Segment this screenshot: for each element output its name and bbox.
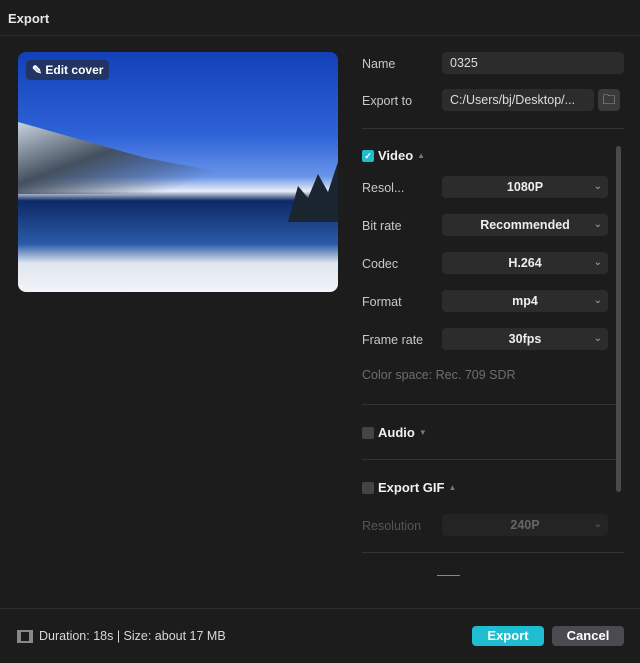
export-path-input[interactable]: C:/Users/bj/Desktop/...	[442, 89, 594, 111]
divider	[362, 128, 624, 129]
color-space-text: Color space: Rec. 709 SDR	[362, 368, 516, 382]
title-bar	[0, 0, 640, 36]
chevron-down-icon: ⌄	[593, 257, 602, 268]
caret-up-icon: ▲	[417, 151, 426, 160]
format-label: Format	[362, 295, 402, 309]
codec-label: Codec	[362, 257, 399, 271]
resolution-label: Resol...	[362, 181, 405, 195]
bitrate-select[interactable]: Recommended ⌄	[442, 214, 608, 236]
chevron-down-icon: ⌄	[593, 295, 602, 306]
film-icon	[17, 629, 33, 643]
divider	[362, 404, 616, 405]
export-info: Duration: 18s | Size: about 17 MB	[17, 629, 226, 643]
window-title: Export	[8, 11, 50, 26]
name-label: Name	[362, 57, 396, 71]
chevron-down-icon: ⌄	[593, 519, 602, 530]
format-select[interactable]: mp4 ⌄	[442, 290, 608, 312]
export-to-label: Export to	[362, 94, 413, 108]
mountain-image	[18, 122, 338, 194]
caret-down-icon: ▼	[418, 428, 427, 437]
resolution-select[interactable]: 1080P ⌄	[442, 176, 608, 198]
gif-resolution-select: 240P ⌄	[442, 514, 608, 536]
framerate-select[interactable]: 30fps ⌄	[442, 328, 608, 350]
divider	[362, 459, 616, 460]
audio-checkbox[interactable]	[362, 426, 374, 439]
caret-up-icon: ▲	[448, 483, 457, 492]
edit-cover-button[interactable]: ✎ Edit cover	[26, 60, 110, 80]
chevron-down-icon: ⌄	[593, 333, 602, 344]
footer-divider	[0, 608, 640, 609]
scrollbar[interactable]	[616, 146, 621, 492]
export-button[interactable]: Export	[472, 626, 544, 646]
gif-checkbox[interactable]	[362, 481, 374, 494]
folder-icon[interactable]: 🗀	[598, 89, 620, 111]
name-input[interactable]: 0325	[442, 52, 624, 74]
divider	[362, 552, 624, 553]
framerate-label: Frame rate	[362, 333, 424, 347]
gif-section-header[interactable]: Export GIF ▲	[362, 480, 456, 495]
gif-resolution-label: Resolution	[362, 519, 422, 533]
video-section-header[interactable]: ✓ Video ▲	[362, 148, 425, 163]
cover-thumbnail[interactable]	[18, 52, 338, 292]
video-checkbox[interactable]: ✓	[362, 149, 374, 162]
pencil-icon: ✎	[32, 63, 46, 77]
chevron-down-icon: ⌄	[593, 219, 602, 230]
bitrate-label: Bit rate	[362, 219, 402, 233]
audio-section-header[interactable]: Audio ▼	[362, 425, 427, 440]
cancel-button[interactable]: Cancel	[552, 626, 624, 646]
cut-off-content	[437, 575, 460, 576]
chevron-down-icon: ⌄	[593, 181, 602, 192]
codec-select[interactable]: H.264 ⌄	[442, 252, 608, 274]
